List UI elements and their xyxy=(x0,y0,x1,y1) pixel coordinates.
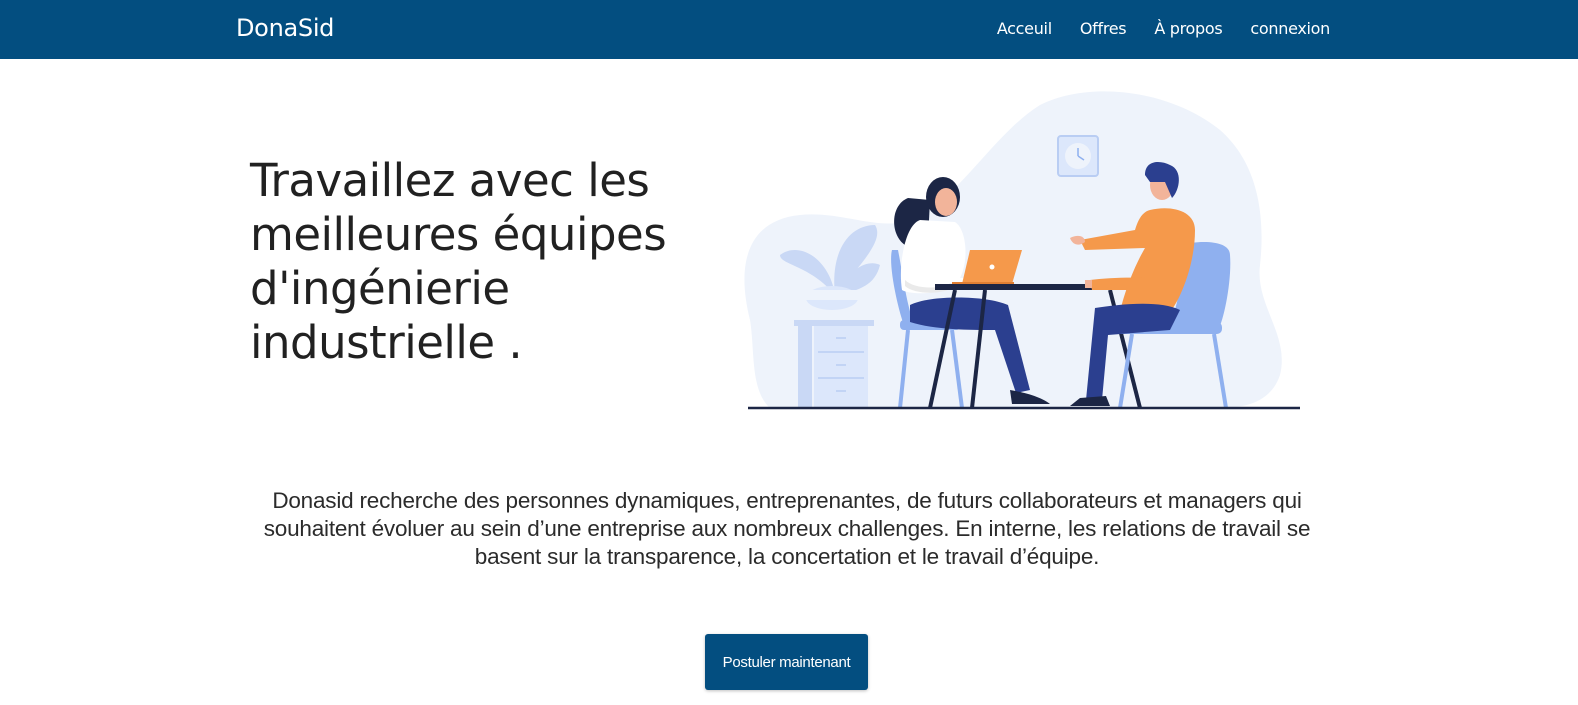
nav-links: Acceuil Offres À propos connexion xyxy=(997,19,1330,38)
cabinet-icon xyxy=(794,320,874,408)
hero-title-line: d'ingénierie xyxy=(250,262,510,315)
hero-title-line: industrielle . xyxy=(250,316,523,369)
hero-title-line: meilleures équipes xyxy=(250,208,667,261)
interview-illustration xyxy=(744,91,1300,410)
nav-link-offres[interactable]: Offres xyxy=(1080,19,1127,38)
brand-logo[interactable]: DonaSid xyxy=(236,14,334,42)
nav-link-accueil[interactable]: Acceuil xyxy=(997,19,1052,38)
nav-link-a-propos[interactable]: À propos xyxy=(1154,19,1222,38)
hero-title-line: Travaillez avec les xyxy=(250,154,650,207)
apply-now-button[interactable]: Postuler maintenant xyxy=(705,634,868,690)
hero-title: Travaillez avec les meilleures équipes d… xyxy=(250,154,720,370)
wall-clock-icon xyxy=(1057,135,1099,177)
company-description: Donasid recherche des personnes dynamiqu… xyxy=(263,488,1311,569)
top-navbar: DonaSid Acceuil Offres À propos connexio… xyxy=(0,0,1578,59)
nav-link-connexion[interactable]: connexion xyxy=(1250,19,1330,38)
